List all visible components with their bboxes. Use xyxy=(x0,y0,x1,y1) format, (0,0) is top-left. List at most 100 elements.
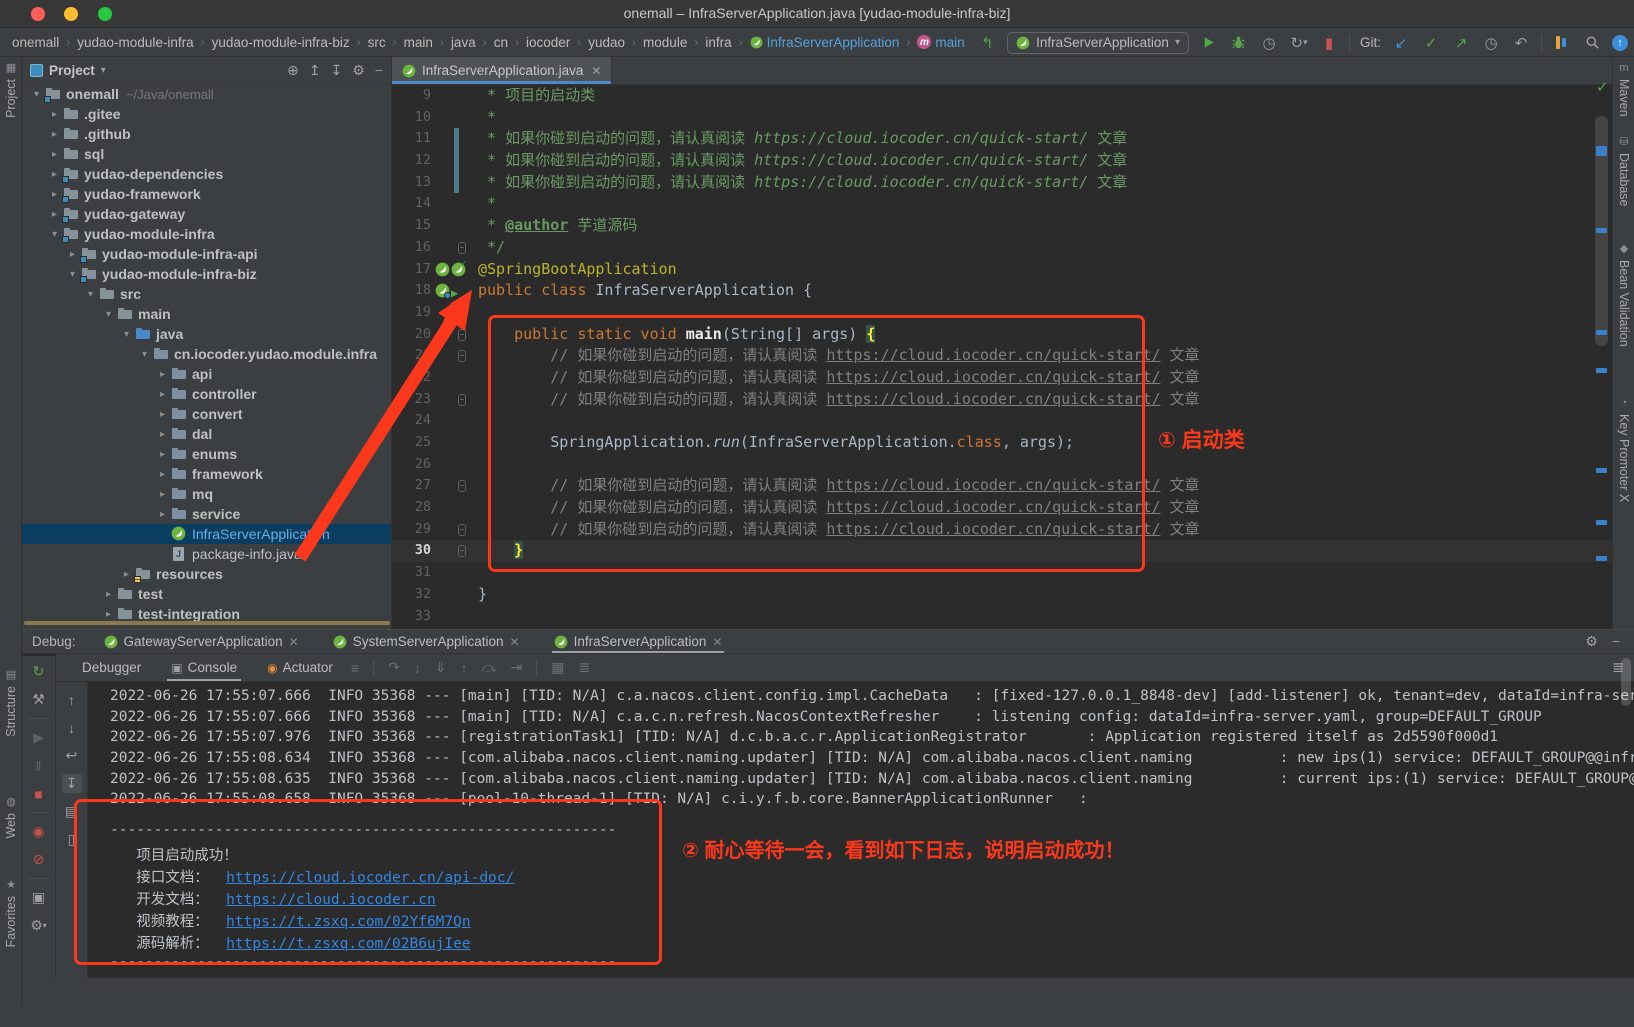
hide-panel-icon[interactable]: − xyxy=(1612,633,1620,650)
rerun-icon[interactable]: ↻ xyxy=(29,662,49,681)
show-execution-point-icon[interactable]: ↷ xyxy=(388,659,400,676)
code-line[interactable]: 12 * 如果你碰到启动的问题，请认真阅读 https://cloud.ioco… xyxy=(392,150,1612,172)
history-icon[interactable]: ◷ xyxy=(1481,33,1501,53)
debug-tab-SystemServerApplication[interactable]: SystemServerApplication✕ xyxy=(331,630,522,653)
view-tab-actuator[interactable]: ◉Actuator xyxy=(263,654,337,681)
code-line[interactable]: 13 * 如果你碰到启动的问题，请认真阅读 https://cloud.ioco… xyxy=(392,172,1612,194)
fold-marker[interactable] xyxy=(458,350,466,362)
sidebar-item-structure[interactable]: ▤Structure xyxy=(0,668,22,737)
sequence-diagram-icon[interactable] xyxy=(1552,33,1572,53)
code-line[interactable]: 31 xyxy=(392,562,1612,584)
close-icon[interactable]: ✕ xyxy=(510,635,520,649)
code-line[interactable]: 16 */ xyxy=(392,237,1612,259)
tree-item[interactable]: ▸service xyxy=(22,504,391,524)
thread-dump-icon[interactable]: ▣ xyxy=(29,888,49,907)
tree-item[interactable]: ▾main xyxy=(22,304,391,324)
tree-toggle-icon[interactable]: ▾ xyxy=(46,229,63,240)
tree-toggle-icon[interactable]: ▸ xyxy=(154,489,171,500)
profiler-button[interactable]: ◷ xyxy=(1259,33,1279,53)
code-line[interactable]: 15 * @author 芋道源码 xyxy=(392,215,1612,237)
editor-scrollbar[interactable] xyxy=(1594,86,1612,629)
scroll-to-end-icon[interactable]: ↧ xyxy=(62,774,82,793)
tree-toggle-icon[interactable]: ▸ xyxy=(154,409,171,420)
scroll-up-icon[interactable]: ↑ xyxy=(62,690,82,709)
tree-toggle-icon[interactable]: ▸ xyxy=(46,209,63,220)
chevron-down-icon[interactable]: ▾ xyxy=(101,65,106,76)
code-line[interactable]: 27 // 如果你碰到启动的问题，请认真阅读 https://cloud.ioc… xyxy=(392,475,1612,497)
fold-marker[interactable] xyxy=(458,480,466,492)
tree-item[interactable]: ▸.gitee xyxy=(22,104,391,124)
tree-item[interactable]: ▾yudao-module-infra-biz xyxy=(22,264,391,284)
code-line[interactable]: 11 * 如果你碰到启动的问题，请认真阅读 https://cloud.ioco… xyxy=(392,128,1612,150)
menu-icon[interactable]: ≡ xyxy=(351,660,359,676)
tree-toggle-icon[interactable]: ▸ xyxy=(154,429,171,440)
modify-run-configuration-icon[interactable]: ⚒ xyxy=(29,690,49,709)
tree-toggle-icon[interactable]: ▸ xyxy=(100,609,117,620)
breadcrumb-item[interactable]: yudao-module-infra xyxy=(77,35,193,50)
tree-item[interactable]: ▾java xyxy=(22,324,391,344)
console-output[interactable]: 2022-06-26 17:55:07.666 INFO 35368 --- [… xyxy=(88,682,1634,978)
project-panel-title[interactable]: Project xyxy=(49,63,95,78)
code-line[interactable]: 20▶ public static void main(String[] arg… xyxy=(392,324,1612,346)
git-push-icon[interactable]: ↗ xyxy=(1451,33,1471,53)
tree-item[interactable]: ▸convert xyxy=(22,404,391,424)
code-line[interactable]: 30 } xyxy=(392,540,1612,562)
debug-tab-GatewayServerApplication[interactable]: GatewayServerApplication✕ xyxy=(102,630,301,653)
tree-toggle-icon[interactable]: ▾ xyxy=(64,269,81,280)
tree-toggle-icon[interactable]: ▸ xyxy=(118,569,135,580)
ide-update-icon[interactable]: ↑ xyxy=(1612,35,1628,51)
run-icon[interactable]: ▶ xyxy=(451,283,466,298)
tree-item[interactable]: ▸yudao-module-infra-api xyxy=(22,244,391,264)
tree-item[interactable]: ▸resources xyxy=(22,564,391,584)
tree-item[interactable]: ▾cn.iocoder.yudao.module.infra xyxy=(22,344,391,364)
run-icon[interactable]: ▶ xyxy=(435,327,450,342)
code-line[interactable]: 17✓@S​pringBootApplication xyxy=(392,259,1612,281)
tree-toggle-icon[interactable]: ▾ xyxy=(100,309,117,320)
editor-tab[interactable]: InfraServerApplication.java ✕ xyxy=(392,57,612,84)
git-commit-icon[interactable]: ✓ xyxy=(1421,33,1441,53)
tree-horizontal-scrollbar[interactable] xyxy=(24,621,390,625)
code-line[interactable]: 9 * 项目的启动类 xyxy=(392,85,1612,107)
drop-frame-icon[interactable]: ⤼ xyxy=(482,659,497,676)
close-icon[interactable]: ✕ xyxy=(591,64,601,78)
code-line[interactable]: 23 // 如果你碰到启动的问题，请认真阅读 https://cloud.ioc… xyxy=(392,389,1612,411)
tree-toggle-icon[interactable]: ▸ xyxy=(64,249,81,260)
view-tab-debugger[interactable]: Debugger xyxy=(78,654,145,681)
sidebar-item-web[interactable]: ◍Web xyxy=(0,795,22,838)
breadcrumb-item[interactable]: src xyxy=(368,35,386,50)
tree-toggle-icon[interactable]: ▸ xyxy=(154,469,171,480)
code-line[interactable]: 33 xyxy=(392,606,1612,628)
run-configuration-select[interactable]: InfraServerApplication ▾ xyxy=(1007,32,1189,54)
code-line[interactable]: 14 * xyxy=(392,193,1612,215)
tree-item[interactable]: ▸sql xyxy=(22,144,391,164)
layout-settings-icon[interactable]: ≣ xyxy=(579,659,591,676)
tree-item[interactable]: ▸yudao-gateway xyxy=(22,204,391,224)
code-line[interactable]: 18▶public class InfraServerApplication { xyxy=(392,280,1612,302)
run-button[interactable] xyxy=(1199,33,1219,53)
breadcrumb-item[interactable]: module xyxy=(643,35,687,50)
search-everywhere-icon[interactable] xyxy=(1582,33,1602,53)
banner-link[interactable]: https://cloud.iocoder.cn xyxy=(226,892,436,908)
fold-marker[interactable] xyxy=(458,242,466,254)
close-icon[interactable]: ✕ xyxy=(712,635,722,649)
resume-icon[interactable]: ▶ xyxy=(29,728,49,747)
expand-all-icon[interactable]: ↥ xyxy=(309,62,321,79)
spring-boot-icon[interactable] xyxy=(435,283,450,298)
tree-item[interactable]: ▸dal xyxy=(22,424,391,444)
tree-toggle-icon[interactable]: ▾ xyxy=(136,349,153,360)
rerun-with-coverage-button[interactable]: ↻▾ xyxy=(1289,33,1309,53)
breadcrumb-item[interactable]: java xyxy=(451,35,476,50)
tree-item[interactable]: ▸.github xyxy=(22,124,391,144)
code-line[interactable]: 25 SpringApplication.run(InfraServerAppl… xyxy=(392,432,1612,454)
tree-item[interactable]: InfraServerApplication xyxy=(22,524,391,544)
code-line[interactable]: 32} xyxy=(392,584,1612,606)
sidebar-item-key-promoter-x[interactable]: ◔Key Promoter X xyxy=(1613,397,1634,502)
rollback-icon[interactable]: ↶ xyxy=(1511,33,1531,53)
tree-toggle-icon[interactable]: ▸ xyxy=(154,389,171,400)
tree-item[interactable]: ▸framework xyxy=(22,464,391,484)
code-line[interactable]: 29 // 如果你碰到启动的问题，请认真阅读 https://cloud.ioc… xyxy=(392,519,1612,541)
tree-toggle-icon[interactable]: ▸ xyxy=(154,509,171,520)
code-line[interactable]: 10 * xyxy=(392,107,1612,129)
tree-item[interactable]: ▸mq xyxy=(22,484,391,504)
run-to-cursor-icon[interactable]: ⇥ xyxy=(511,659,523,676)
